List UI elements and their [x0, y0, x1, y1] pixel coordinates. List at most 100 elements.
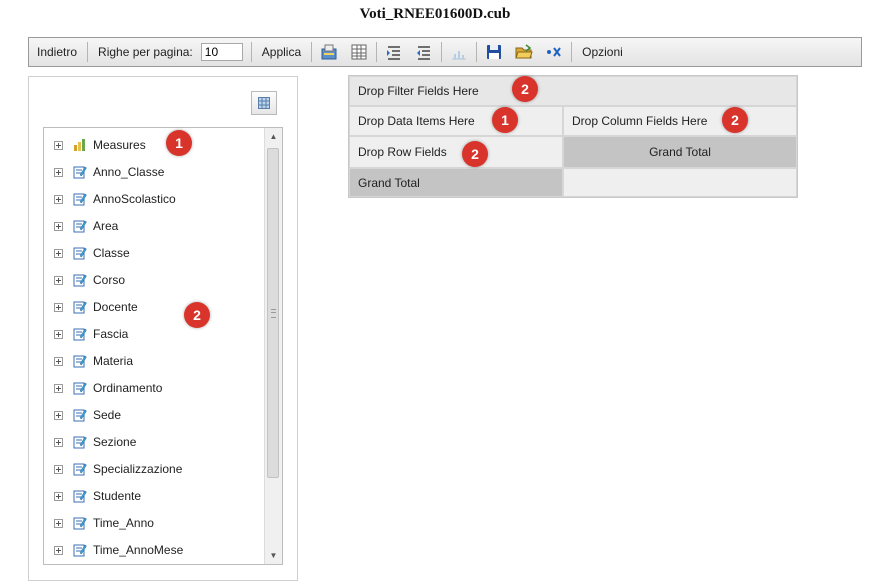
grand-total-column-label: Grand Total [649, 145, 711, 159]
dimension-icon [73, 516, 87, 530]
measures-icon [73, 139, 87, 151]
row-drop-zone[interactable]: Drop Row Fields [349, 136, 563, 168]
apply-button[interactable]: Applica [254, 41, 309, 63]
window-title: Voti_RNEE01600D.cub [359, 6, 511, 22]
toolbar-separator [87, 42, 89, 62]
toolbar-separator [311, 42, 313, 62]
grid-icon [258, 97, 270, 109]
toolbar-separator [476, 42, 478, 62]
dimension-icon [73, 327, 87, 341]
expand-icon[interactable] [54, 518, 63, 528]
tree-scrollbar[interactable]: ▲ ▼ [264, 128, 282, 564]
expand-icon[interactable] [54, 167, 63, 177]
expand-icon[interactable] [54, 545, 63, 555]
field-tree-item-label: Classe [93, 246, 130, 260]
indent-columns-icon[interactable] [409, 41, 439, 63]
scroll-thumb[interactable] [267, 148, 279, 478]
field-tree-item-label: Time_AnnoMese [93, 543, 184, 557]
export-icon[interactable] [314, 41, 344, 63]
toolbar-separator [441, 42, 443, 62]
field-tree-item-label: Sede [93, 408, 122, 422]
open-folder-icon[interactable] [509, 41, 539, 63]
dimension-icon [73, 462, 87, 476]
expand-icon[interactable] [54, 248, 63, 258]
data-drop-zone[interactable]: Drop Data Items Here [349, 106, 563, 136]
field-tree-item[interactable]: AnnoScolastico [54, 188, 176, 210]
dimension-icon [73, 273, 87, 287]
indent-rows-icon[interactable] [379, 41, 409, 63]
field-tree-item-label: AnnoScolastico [93, 192, 176, 206]
expand-icon[interactable] [54, 356, 63, 366]
field-tree-item-label: Corso [93, 273, 126, 287]
field-tree-item-label: Specializzazione [93, 462, 183, 476]
expand-icon[interactable] [54, 410, 63, 420]
field-tree-item[interactable]: Studente [54, 485, 141, 507]
expand-icon[interactable] [54, 275, 63, 285]
column-drop-zone[interactable]: Drop Column Fields Here [563, 106, 797, 136]
table-icon[interactable] [344, 41, 374, 63]
field-tree-item-label: Docente [93, 300, 138, 314]
grand-total-row-header: Grand Total [349, 168, 563, 197]
badge-fields: 2 [184, 302, 210, 328]
scroll-down-icon[interactable]: ▼ [265, 547, 282, 564]
expand-icon[interactable] [54, 140, 63, 150]
toolbar-separator [250, 42, 252, 62]
field-tree-item-label: Time_Anno [93, 516, 154, 530]
row-drop-label: Drop Row Fields [358, 145, 447, 159]
field-tree-item[interactable]: Area [54, 215, 118, 237]
dimension-icon [73, 165, 87, 179]
expand-icon[interactable] [54, 221, 63, 231]
data-drop-label: Drop Data Items Here [358, 114, 475, 128]
expand-icon[interactable] [54, 383, 63, 393]
field-tree-item-label: Materia [93, 354, 134, 368]
toolbar-separator [571, 42, 573, 62]
dimension-icon [73, 246, 87, 260]
expand-icon[interactable] [54, 194, 63, 204]
field-tree-item[interactable]: Corso [54, 269, 125, 291]
chart-icon[interactable] [444, 41, 474, 63]
field-tree-item[interactable]: Specializzazione [54, 458, 182, 480]
filter-drop-label: Drop Filter Fields Here [358, 84, 479, 98]
back-button[interactable]: Indietro [29, 41, 85, 63]
field-tree-item[interactable]: Measures [54, 134, 146, 156]
field-tree-item[interactable]: Classe [54, 242, 130, 264]
badge-filter: 2 [512, 76, 538, 102]
column-drop-label: Drop Column Fields Here [572, 114, 708, 128]
field-tree-item-label: Measures [93, 138, 146, 152]
grand-total-column-header: Grand Total [563, 136, 797, 168]
field-tree-item-label: Sezione [93, 435, 137, 449]
dimension-icon [73, 192, 87, 206]
field-tree-item[interactable]: Materia [54, 350, 133, 372]
field-list-button[interactable] [251, 91, 277, 115]
field-tree[interactable]: Time_AnnoMese Time_Anno Studente Specializz… [43, 127, 283, 565]
rows-per-page-input[interactable] [200, 43, 243, 61]
field-tree-item[interactable]: Docente [54, 296, 138, 318]
expand-icon[interactable] [54, 329, 63, 339]
field-tree-item[interactable]: Time_AnnoMese [54, 539, 183, 561]
clear-icon[interactable] [539, 41, 569, 63]
grand-total-row-label: Grand Total [358, 175, 420, 190]
options-button[interactable]: Opzioni [574, 41, 631, 63]
badge-data: 1 [492, 107, 518, 133]
field-tree-item[interactable]: Ordinamento [54, 377, 162, 399]
field-tree-item[interactable]: Fascia [54, 323, 128, 345]
field-tree-item[interactable]: Anno_Classe [54, 161, 164, 183]
dimension-icon [73, 408, 87, 422]
expand-icon[interactable] [54, 437, 63, 447]
dimension-icon [73, 543, 87, 557]
expand-icon[interactable] [54, 464, 63, 474]
filter-drop-zone[interactable]: Drop Filter Fields Here [349, 76, 797, 106]
dimension-icon [73, 219, 87, 233]
field-tree-item[interactable]: Sede [54, 404, 121, 426]
field-tree-item[interactable]: Time_Anno [54, 512, 154, 534]
rows-per-page-label: Righe per pagina: [98, 45, 193, 59]
scroll-up-icon[interactable]: ▲ [265, 128, 282, 145]
field-tree-item[interactable]: Sezione [54, 431, 136, 453]
expand-icon[interactable] [54, 302, 63, 312]
dimension-icon [73, 435, 87, 449]
expand-icon[interactable] [54, 491, 63, 501]
field-tree-item-label: Ordinamento [93, 381, 163, 395]
badge-measures: 1 [166, 130, 192, 156]
save-icon[interactable] [479, 41, 509, 63]
field-tree-item-label: Fascia [93, 327, 129, 341]
